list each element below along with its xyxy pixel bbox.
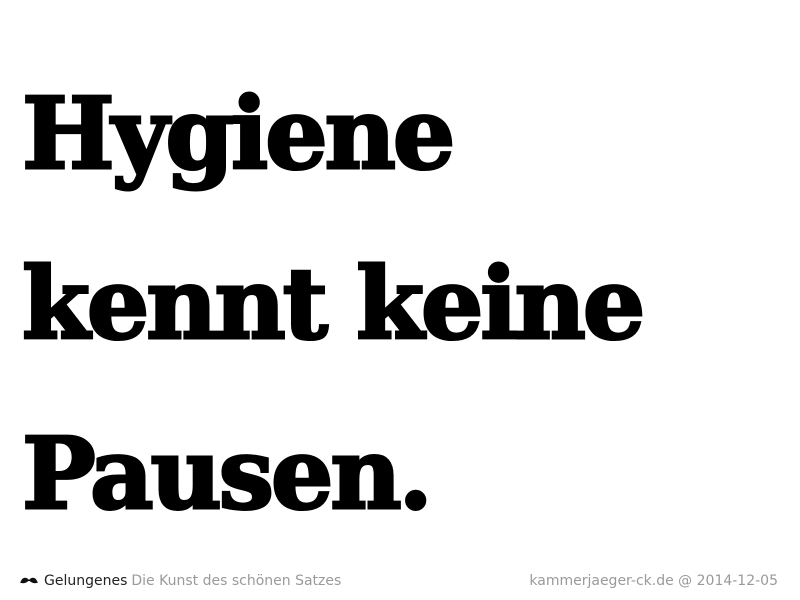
footer-branding: Gelungenes Die Kunst des schönen Satzes bbox=[20, 573, 341, 589]
brand-name: Gelungenes bbox=[44, 573, 128, 589]
headline-line-1: Hygiene bbox=[20, 76, 456, 194]
mustache-icon bbox=[20, 577, 38, 584]
source-credit: kammerjaeger-ck.de @ 2014-12-05 bbox=[529, 573, 778, 589]
brand-tagline: Die Kunst des schönen Satzes bbox=[131, 573, 342, 589]
headline-line-3: Pausen. bbox=[20, 416, 434, 534]
headline-quote: Hygiene kennt keine Pausen. bbox=[20, 50, 646, 560]
headline-line-2: kennt keine bbox=[20, 246, 646, 364]
footer: Gelungenes Die Kunst des schönen Satzes … bbox=[20, 571, 778, 591]
